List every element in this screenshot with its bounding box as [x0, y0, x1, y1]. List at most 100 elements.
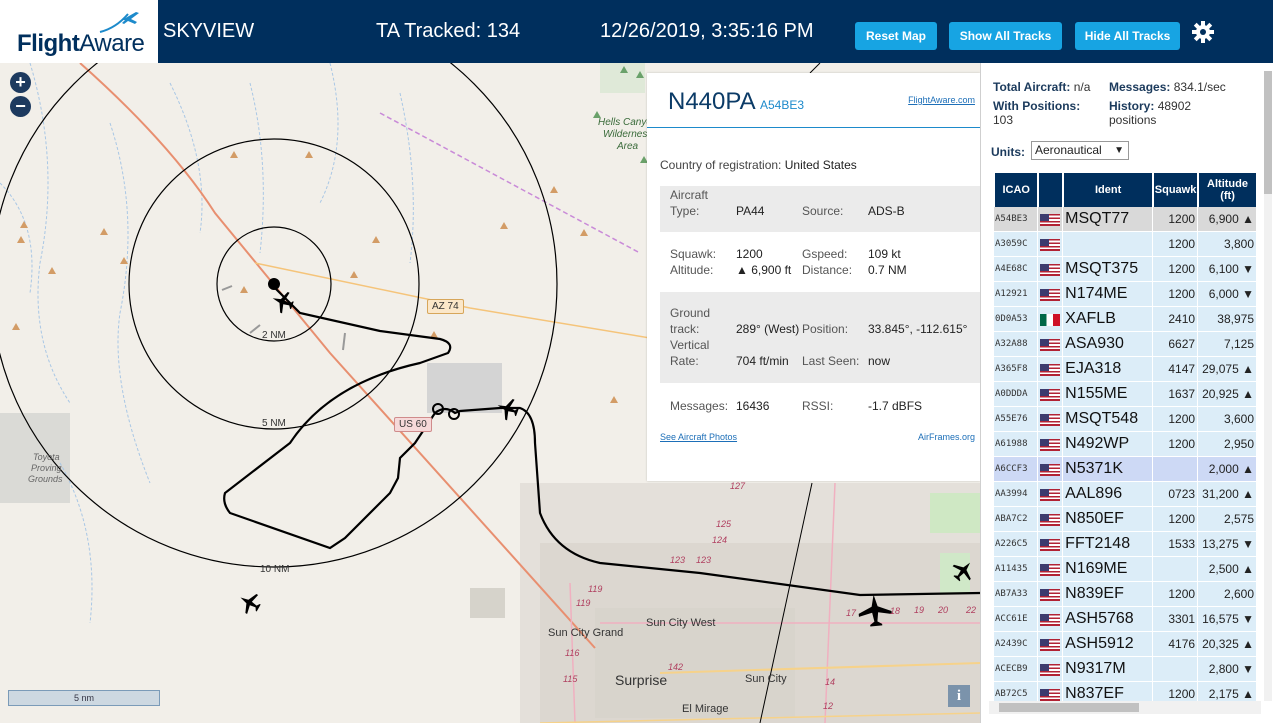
flag-cell [1038, 582, 1063, 607]
aircraft-photos-link[interactable]: See Aircraft Photos [660, 432, 737, 442]
reset-map-button[interactable]: Reset Map [855, 22, 937, 50]
position-label: Position: [802, 322, 849, 336]
sidebar-vertical-scrollbar[interactable] [1264, 71, 1272, 701]
route-number: 127 [730, 481, 746, 491]
table-row[interactable]: A12921 N174ME 1200 6,000 ▼ [994, 282, 1256, 307]
squawk-cell: 0723 [1153, 482, 1198, 507]
altitude-cell: 20,325 ▲ [1198, 632, 1256, 657]
table-row[interactable]: AB7A33 N839EF 1200 2,600 [994, 582, 1256, 607]
us-flag-icon [1040, 638, 1061, 651]
column-header-altitude[interactable]: Altitude (ft) [1198, 173, 1256, 207]
altitude-cell: 3,800 [1198, 232, 1256, 257]
table-row[interactable]: A55E76 MSQT548 1200 3,600 [994, 407, 1256, 432]
table-row[interactable]: A0DDDA N155ME 1637 20,925 ▲ [994, 382, 1256, 407]
zoom-out-button[interactable]: − [10, 96, 31, 117]
us-flag-icon [1040, 288, 1061, 301]
ident-cell: N850EF [1063, 507, 1153, 532]
flag-cell [1038, 207, 1063, 232]
aircraft-icon-selected [272, 292, 294, 314]
flightaware-logo[interactable]: FlightAware [0, 0, 158, 63]
table-row[interactable]: ABA7C2 N850EF 1200 2,575 [994, 507, 1256, 532]
position-value: 33.845°, -112.615° [868, 322, 968, 336]
map-info-button[interactable]: i [948, 685, 970, 707]
units-selected-value: Aeronautical [1035, 143, 1102, 157]
icao-cell: ABA7C2 [994, 507, 1038, 532]
us-flag-icon [1040, 688, 1061, 701]
ident-cell: EJA318 [1063, 357, 1153, 382]
altitude-label: Altitude: [670, 263, 714, 277]
with-positions-stat: With Positions: 103 [993, 99, 1080, 127]
route-number: 17 [846, 608, 857, 618]
type-band: Aircraft Type: PA44 Source: ADS-B [660, 186, 980, 232]
icao-cell: A2439C [994, 632, 1038, 657]
us-flag-icon [1040, 413, 1061, 426]
column-header-icao[interactable]: ICAO [994, 173, 1038, 207]
us-flag-icon [1040, 238, 1061, 251]
ident-cell: N839EF [1063, 582, 1153, 607]
ident-cell: FFT2148 [1063, 532, 1153, 557]
units-select[interactable]: Aeronautical ▼ [1031, 141, 1129, 160]
column-header-squawk[interactable]: Squawk [1153, 173, 1198, 207]
table-row[interactable]: A2439C ASH5912 4176 20,325 ▲ [994, 632, 1256, 657]
flag-cell [1038, 532, 1063, 557]
flag-cell [1038, 482, 1063, 507]
icao-cell: A365F8 [994, 357, 1038, 382]
track-band: Ground track: 289° (West) Position: 33.8… [660, 292, 980, 383]
selected-hex: A54BE3 [760, 98, 805, 112]
zoom-in-button[interactable]: + [10, 72, 31, 93]
altitude-cell: 6,000 ▼ [1198, 282, 1256, 307]
us-flag-icon [1040, 588, 1061, 601]
flag-cell [1038, 357, 1063, 382]
table-row[interactable]: A6CCF3 N5371K 2,000 ▲ [994, 457, 1256, 482]
flag-cell [1038, 507, 1063, 532]
messages-band: Messages: 16436 RSSI: -1.7 dBFS [660, 399, 980, 415]
flag-cell [1038, 432, 1063, 457]
table-horizontal-scrollbar[interactable] [989, 701, 1261, 714]
rssi-value: -1.7 dBFS [868, 399, 923, 413]
ground-track-label-1: Ground [670, 306, 711, 320]
column-header-ident[interactable]: Ident [1063, 173, 1153, 207]
squawk-cell: 1637 [1153, 382, 1198, 407]
icao-cell: A4E68C [994, 257, 1038, 282]
flightaware-link[interactable]: FlightAware.com [908, 95, 975, 105]
airframes-link[interactable]: AirFrames.org [918, 432, 975, 442]
table-row[interactable]: ACECB9 N9317M 2,800 ▼ [994, 657, 1256, 682]
table-row[interactable]: A226C5 FFT2148 1533 13,275 ▼ [994, 532, 1256, 557]
ident-cell: MSQT375 [1063, 257, 1153, 282]
table-row[interactable]: 0D0A53 XAFLB 2410 38,975 [994, 307, 1256, 332]
squawk-cell: 4176 [1153, 632, 1198, 657]
place-toyota-2: Proving [31, 463, 62, 473]
table-row[interactable]: A3059C 1200 3,800 [994, 232, 1256, 257]
gear-icon[interactable] [1191, 20, 1215, 44]
source-value: ADS-B [868, 204, 905, 218]
table-row[interactable]: A11435 N169ME 2,500 ▲ [994, 557, 1256, 582]
icao-cell: A12921 [994, 282, 1038, 307]
icao-cell: A55E76 [994, 407, 1038, 432]
place-sun-city-west: Sun City West [646, 617, 716, 629]
history-value: 48902 [1157, 99, 1192, 113]
table-row[interactable]: AA3994 AAL896 0723 31,200 ▲ [994, 482, 1256, 507]
table-row[interactable]: ACC61E ASH5768 3301 16,575 ▼ [994, 607, 1256, 632]
scrollbar-thumb[interactable] [1264, 71, 1272, 194]
hide-all-tracks-button[interactable]: Hide All Tracks [1075, 22, 1180, 50]
scrollbar-thumb[interactable] [999, 703, 1139, 712]
table-row[interactable]: A4E68C MSQT375 1200 6,100 ▼ [994, 257, 1256, 282]
icao-cell: AB7A33 [994, 582, 1038, 607]
country-label: Country of registration: [660, 158, 782, 172]
vrate-label-1: Vertical [670, 338, 710, 352]
route-number: 22 [966, 605, 977, 615]
column-header-flag[interactable] [1038, 173, 1063, 207]
place-sun-city-grand: Sun City Grand [548, 627, 624, 639]
table-row[interactable]: A32A88 ASA930 6627 7,125 [994, 332, 1256, 357]
table-row[interactable]: A61988 N492WP 1200 2,950 [994, 432, 1256, 457]
gspeed-value: 109 kt [868, 247, 901, 261]
altitude-cell: 20,925 ▲ [1198, 382, 1256, 407]
table-row[interactable]: A54BE3 MSQT77 1200 6,900 ▲ [994, 207, 1256, 232]
route-number: 20 [938, 605, 949, 615]
table-row[interactable]: A365F8 EJA318 4147 29,075 ▲ [994, 357, 1256, 382]
route-number: 124 [712, 535, 728, 545]
squawk-cell: 1200 [1153, 432, 1198, 457]
us-flag-icon [1040, 463, 1061, 476]
ident-cell: N5371K [1063, 457, 1153, 482]
show-all-tracks-button[interactable]: Show All Tracks [949, 22, 1062, 50]
